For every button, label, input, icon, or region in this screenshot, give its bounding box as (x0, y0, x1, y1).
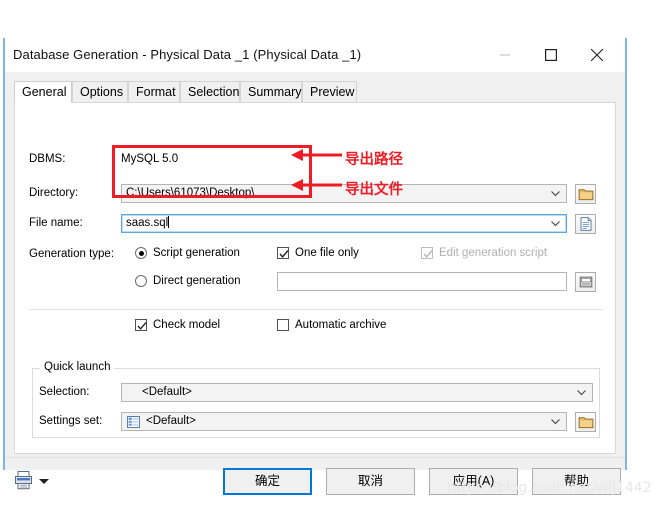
title-bar: Database Generation - Physical Data _1 (… (5, 38, 625, 72)
printer-icon (15, 471, 32, 490)
edit-generation-script-label: Edit generation script (439, 247, 548, 259)
tab-general[interactable]: General (14, 81, 72, 103)
tab-bar: General Options Format Selection Summary… (14, 81, 616, 103)
dbms-value: MySQL 5.0 (121, 153, 179, 165)
browse-file-button[interactable] (575, 214, 596, 234)
database-generation-dialog: Database Generation - Physical Data _1 (… (5, 38, 625, 495)
direct-generation-browse-button[interactable] (575, 272, 596, 292)
selection-dropdown[interactable]: <Default> (121, 383, 593, 402)
dbms-label: DBMS: (29, 153, 66, 165)
database-connect-icon (579, 276, 592, 288)
script-generation-label: Script generation (153, 247, 240, 259)
direct-generation-input[interactable] (277, 272, 567, 291)
chevron-down-icon[interactable] (550, 416, 561, 427)
folder-icon (578, 417, 593, 429)
directory-label: Directory: (29, 187, 79, 199)
folder-icon (578, 189, 593, 201)
annotation-file-text: 导出文件 (345, 182, 403, 198)
tab-selection[interactable]: Selection (180, 81, 240, 103)
tab-options[interactable]: Options (72, 81, 128, 103)
one-file-only-label: One file only (295, 247, 359, 259)
annotation-arrow-file (291, 179, 342, 191)
generation-type-label: Generation type: (29, 248, 115, 260)
browse-settings-set-button[interactable] (575, 412, 596, 432)
file-name-value: saas.sql (126, 217, 169, 229)
settings-set-label: Settings set: (39, 415, 103, 427)
file-name-input[interactable]: saas.sql (121, 214, 567, 233)
settings-set-dropdown[interactable]: <Default> (121, 412, 567, 431)
cancel-button[interactable]: 取消 (326, 468, 415, 495)
checkbox-automatic-archive[interactable] (277, 319, 289, 331)
print-button[interactable] (14, 470, 34, 492)
document-icon (580, 217, 591, 231)
window-title: Database Generation - Physical Data _1 (… (13, 47, 362, 62)
minimize-button[interactable] (482, 38, 528, 72)
footer-divider (5, 457, 625, 458)
close-icon[interactable] (574, 38, 620, 72)
file-name-label: File name: (29, 217, 83, 229)
section-divider (29, 309, 603, 310)
text-cursor (168, 216, 170, 228)
radio-script-generation[interactable] (135, 247, 147, 259)
annotation-directory-text: 导出路径 (345, 152, 403, 168)
checkbox-check-model[interactable] (135, 319, 147, 331)
watermark: https://blog.csdn.net/wlj1442 (447, 480, 652, 496)
direct-generation-label: Direct generation (153, 275, 241, 287)
chevron-down-icon[interactable] (550, 188, 561, 199)
directory-value: C:\Users\61073\Desktop\ (126, 187, 255, 199)
tab-preview[interactable]: Preview (302, 81, 357, 103)
directory-input[interactable]: C:\Users\61073\Desktop\ (121, 184, 567, 203)
print-dropdown-arrow[interactable] (39, 479, 49, 484)
check-model-label: Check model (153, 319, 221, 331)
settings-grid-icon (127, 416, 140, 430)
chevron-down-icon[interactable] (576, 387, 587, 398)
checkbox-one-file-only[interactable] (277, 247, 289, 259)
tab-format[interactable]: Format (128, 81, 180, 103)
selection-value: <Default> (142, 386, 192, 398)
tab-summary[interactable]: Summary (240, 81, 302, 103)
quick-launch-title: Quick launch (40, 361, 115, 373)
browse-directory-button[interactable] (575, 184, 596, 204)
automatic-archive-label: Automatic archive (295, 319, 387, 331)
window-border-right (625, 38, 627, 470)
chevron-down-icon[interactable] (550, 218, 561, 229)
ok-button[interactable]: 确定 (223, 468, 312, 495)
radio-direct-generation[interactable] (135, 275, 147, 287)
maximize-button[interactable] (528, 38, 574, 72)
selection-label: Selection: (39, 386, 90, 398)
annotation-arrow-directory (291, 149, 342, 161)
checkbox-edit-generation-script (421, 247, 433, 259)
